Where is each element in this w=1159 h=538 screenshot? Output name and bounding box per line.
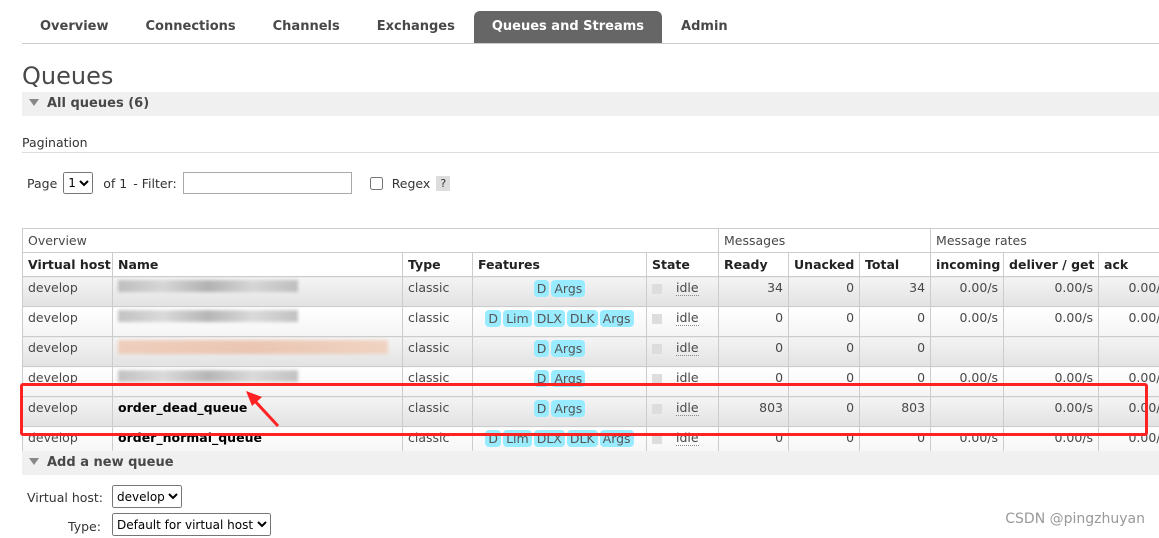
features-cell: D Lim DLX DLK Args [472, 306, 647, 337]
tab-queues-and-streams[interactable]: Queues and Streams [473, 11, 663, 43]
page-label: Page [27, 175, 58, 191]
incoming-cell [930, 336, 1005, 367]
col-deliver-get[interactable]: deliver / get [1003, 252, 1100, 277]
ack-cell: 0.00/s [1098, 306, 1159, 337]
ready-cell: 34 [718, 276, 790, 307]
page-title: Queues [22, 62, 114, 90]
state-cell: idle [645, 336, 720, 367]
highlight-box [20, 383, 1148, 436]
type-cell: classic [402, 306, 473, 337]
col-features[interactable]: Features [472, 252, 647, 277]
feature-badge: Args [551, 280, 586, 297]
tab-admin[interactable]: Admin [663, 11, 746, 43]
deliver-cell: 0.00/s [1003, 306, 1100, 337]
nav-tabs: Overview Connections Channels Exchanges Queu… [22, 11, 1159, 44]
type-cell: classic [402, 276, 473, 307]
deliver-cell [1003, 336, 1100, 367]
features-cell: D Args [472, 276, 647, 307]
table-row: develop classic D Args idle 34 0 34 0.00/s 0.00/s… [22, 276, 1159, 307]
feature-badge: D [533, 280, 550, 297]
redacted-name [118, 310, 298, 322]
ready-cell: 0 [718, 336, 790, 367]
state-indicator-icon [652, 373, 662, 384]
feature-badge: Args [599, 310, 634, 327]
unacked-cell: 0 [788, 336, 861, 367]
state-cell: idle [645, 306, 720, 337]
feature-badge: D [533, 340, 550, 357]
total-cell: 0 [859, 336, 932, 367]
ack-cell [1098, 336, 1159, 367]
vhost-cell: develop [22, 276, 113, 307]
type-label: Type: [68, 519, 101, 534]
filter-input[interactable] [182, 172, 352, 194]
table-row: develop classic D Lim DLX DLK Args idle 0 0 0 0.00/… [22, 306, 1159, 337]
col-incoming[interactable]: incoming [930, 252, 1005, 277]
tab-connections[interactable]: Connections [128, 11, 254, 43]
watermark: CSDN @pingzhuyan [1005, 511, 1145, 527]
unacked-cell: 0 [788, 306, 861, 337]
arrow-annotation-icon [246, 391, 280, 428]
feature-badge: DLX [533, 310, 565, 327]
redacted-name [118, 340, 388, 354]
tab-overview[interactable]: Overview [22, 11, 127, 43]
triangle-down-icon [29, 458, 39, 465]
deliver-cell: 0.00/s [1003, 276, 1100, 307]
table-row: develop classic D Args idle 0 0 0 [22, 336, 1159, 367]
total-cell: 0 [859, 306, 932, 337]
page-select[interactable]: 1 [63, 172, 94, 194]
regex-label: Regex [391, 175, 431, 191]
tab-channels[interactable]: Channels [255, 11, 358, 43]
name-cell [112, 306, 403, 337]
state-indicator-icon [652, 343, 662, 354]
triangle-down-icon [29, 99, 39, 106]
features-cell: D Args [472, 336, 647, 367]
total-cell: 34 [859, 276, 932, 307]
filter-label: - Filter: [133, 175, 177, 191]
incoming-cell: 0.00/s [930, 306, 1005, 337]
regex-checkbox[interactable] [369, 176, 383, 190]
type-cell: classic [402, 336, 473, 367]
state-indicator-icon [652, 283, 662, 294]
type-select[interactable]: Default for virtual host [112, 513, 271, 536]
vhost-cell: develop [22, 336, 113, 367]
redacted-name [118, 280, 298, 292]
name-cell [112, 336, 403, 367]
group-message-rates: Message rates [930, 228, 1159, 253]
incoming-cell: 0.00/s [930, 276, 1005, 307]
group-overview: Overview [21, 228, 720, 253]
col-name[interactable]: Name [112, 252, 403, 277]
pagination-label: Pagination [22, 135, 88, 150]
col-ack[interactable]: ack [1098, 252, 1159, 277]
group-messages: Messages [718, 228, 932, 253]
vhost-label: Virtual host: [27, 490, 104, 505]
state-text: idle [676, 340, 699, 356]
feature-badge: Args [551, 340, 586, 357]
tab-exchanges[interactable]: Exchanges [359, 11, 473, 43]
vhost-cell: develop [22, 306, 113, 337]
state-text: idle [676, 280, 699, 296]
feature-badge: D [485, 310, 502, 327]
add-queue-toggle[interactable]: Add a new queue [22, 451, 1159, 475]
col-total[interactable]: Total [859, 252, 932, 277]
ready-cell: 0 [718, 306, 790, 337]
vhost-select[interactable]: develop [112, 485, 182, 508]
unacked-cell: 0 [788, 276, 861, 307]
all-queues-toggle[interactable]: All queues (6) [22, 92, 1159, 116]
ack-cell: 0.00/s [1098, 276, 1159, 307]
col-unacked[interactable]: Unacked [788, 252, 861, 277]
state-cell: idle [645, 276, 720, 307]
feature-badge: Lim [503, 310, 532, 327]
page-count: of 1 [103, 175, 128, 191]
col-state[interactable]: State [645, 252, 720, 277]
redacted-name [118, 370, 298, 382]
help-button[interactable]: ? [436, 175, 451, 191]
col-virtual-host[interactable]: Virtual host [22, 252, 113, 277]
feature-badge: DLK [566, 310, 598, 327]
state-indicator-icon [652, 313, 662, 324]
col-ready[interactable]: Ready [718, 252, 790, 277]
col-type[interactable]: Type [402, 252, 473, 277]
name-cell [112, 276, 403, 307]
state-text: idle [676, 310, 699, 326]
